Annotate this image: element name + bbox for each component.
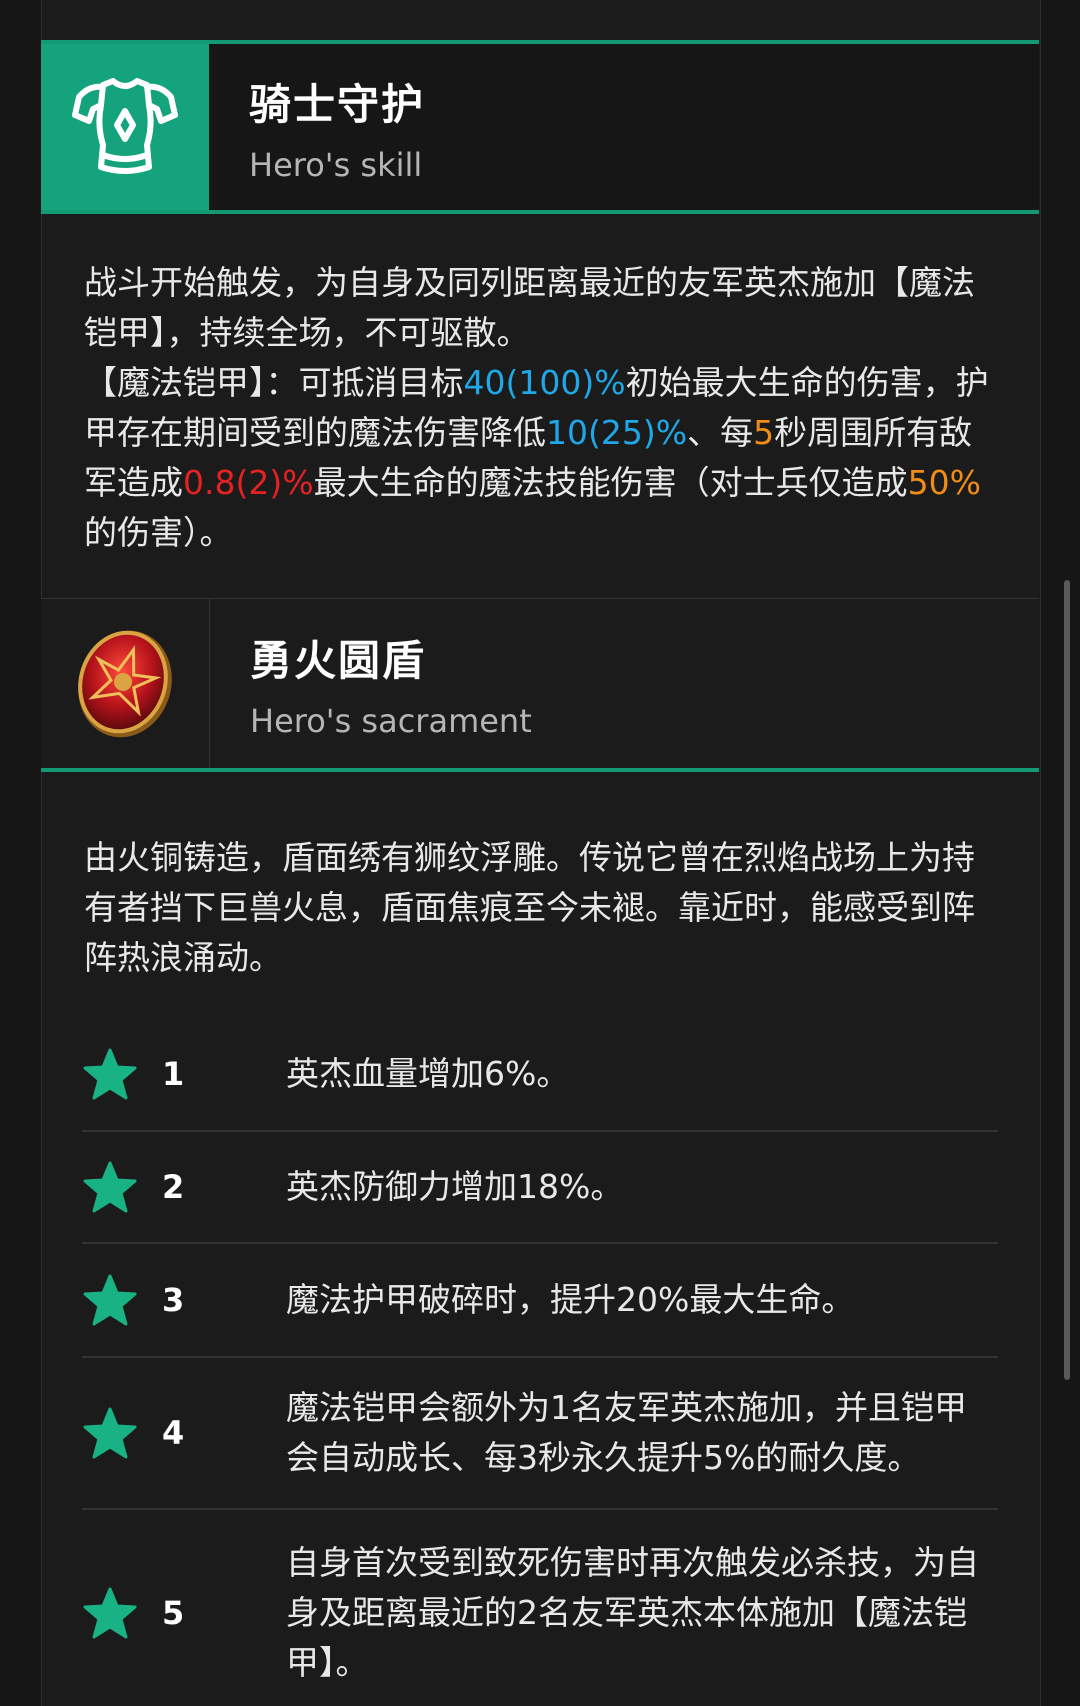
- skill-icon-box: [41, 44, 209, 210]
- star-list: 1 英杰血量增加6%。 2 英杰防御力增加18%。 3 魔法护甲破碎时，提升20…: [82, 1018, 998, 1706]
- star-level: 5: [162, 1594, 185, 1632]
- star-effect: 魔法铠甲会额外为1名友军英杰施加，并且铠甲会自动成长、每3秒永久提升5%的耐久度…: [286, 1388, 967, 1477]
- skill-title-box: 骑士守护 Hero's skill: [209, 44, 425, 210]
- skill-description: 战斗开始触发，为自身及同列距离最近的友军英杰施加【魔法铠甲】，持续全场，不可驱散…: [84, 258, 1004, 558]
- sacrament-icon-box: [41, 599, 210, 768]
- sacrament-description: 由火铜铸造，盾面绣有狮纹浮雕。传说它曾在烈焰战场上为持有者挡下巨兽火息，盾面焦痕…: [84, 838, 975, 977]
- sacrament-subtitle: Hero's sacrament: [250, 702, 532, 740]
- star-icon: [82, 1406, 142, 1460]
- star-icon: [82, 1160, 142, 1214]
- sacrament-header: 勇火圆盾 Hero's sacrament: [41, 598, 1039, 772]
- star-effect: 英杰血量增加6%。: [286, 1054, 570, 1093]
- damage-percent-value: 0.8(2)%: [183, 463, 314, 502]
- star-effect: 自身首次受到致死伤害时再次触发必杀技，为自身及距离最近的2名友军英杰本体施加【魔…: [286, 1543, 979, 1682]
- star-row-5: 5 自身首次受到致死伤害时再次触发必杀技，为自身及距离最近的2名友军英杰本体施加…: [82, 1510, 998, 1706]
- skill-desc-para2: 【魔法铠甲】：可抵消目标40(100)%初始最大生命的伤害，护甲存在期间受到的魔…: [84, 363, 989, 552]
- armor-absorb-value: 40(100)%: [463, 363, 626, 402]
- skill-title: 骑士守护: [249, 79, 426, 129]
- shield-icon: [78, 630, 172, 737]
- sacrament-title-box: 勇火圆盾 Hero's sacrament: [210, 599, 532, 768]
- skill-header: 骑士守护 Hero's skill: [41, 40, 1039, 214]
- magic-reduction-value: 10(25)%: [546, 413, 688, 452]
- star-row-4: 4 魔法铠甲会额外为1名友军英杰施加，并且铠甲会自动成长、每3秒永久提升5%的耐…: [82, 1358, 998, 1510]
- star-icon: [82, 1047, 142, 1101]
- star-row-1: 1 英杰血量增加6%。: [82, 1018, 998, 1132]
- interval-value: 5: [753, 413, 775, 452]
- scrollbar[interactable]: [1064, 580, 1070, 1380]
- armor-icon: [72, 78, 178, 174]
- sacrament-title: 勇火圆盾: [250, 636, 427, 685]
- star-level: 4: [162, 1414, 185, 1452]
- star-row-2: 2 英杰防御力增加18%。: [82, 1132, 998, 1244]
- soldier-damage-value: 50%: [907, 463, 981, 502]
- star-level: 1: [162, 1055, 185, 1093]
- page: 骑士守护 Hero's skill 战斗开始触发，为自身及同列距离最近的友军英杰…: [0, 0, 1080, 1706]
- skill-desc-line1: 战斗开始触发，为自身及同列距离最近的友军英杰施加【魔法铠甲】，持续全场，不可驱散…: [84, 263, 975, 352]
- star-row-3: 3 魔法护甲破碎时，提升20%最大生命。: [82, 1244, 998, 1358]
- star-icon: [82, 1586, 142, 1640]
- star-icon: [82, 1273, 142, 1327]
- star-level: 3: [162, 1281, 185, 1319]
- star-effect: 魔法护甲破碎时，提升20%最大生命。: [286, 1280, 855, 1319]
- star-level: 2: [162, 1168, 185, 1206]
- star-effect: 英杰防御力增加18%。: [286, 1167, 624, 1206]
- skill-subtitle: Hero's skill: [249, 145, 423, 184]
